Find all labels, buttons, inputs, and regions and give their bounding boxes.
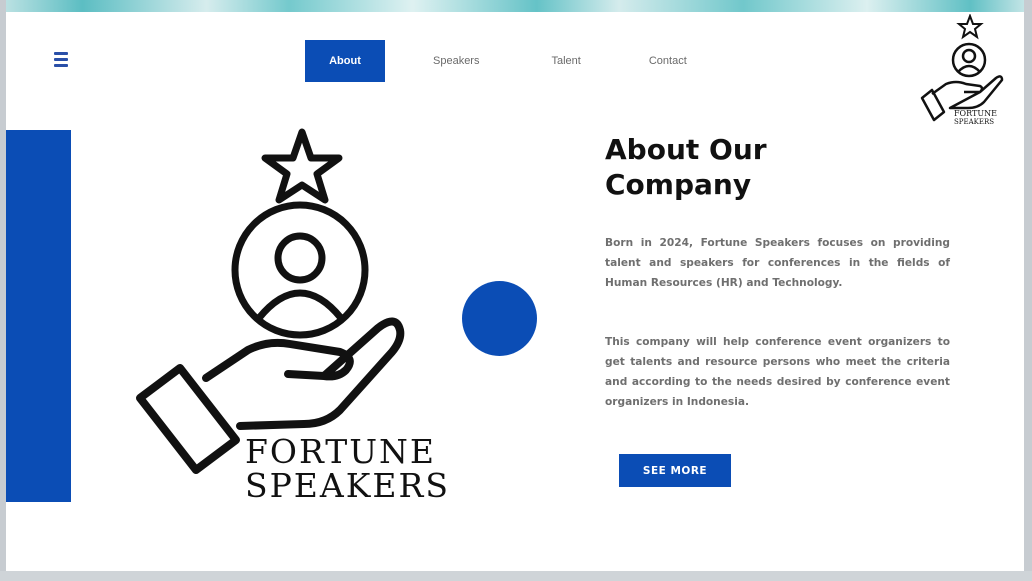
main-nav: About Speakers Talent Contact <box>305 40 687 82</box>
hand-icon <box>931 75 1004 110</box>
corner-logo-graphic: FORTUNE SPEAKERS <box>920 13 1004 126</box>
title-line1: About Our <box>605 133 767 166</box>
right-edge <box>1024 0 1032 581</box>
decorative-top-strip <box>0 0 1032 12</box>
nav-speakers[interactable]: Speakers <box>433 55 479 67</box>
corner-brand-logo[interactable]: FORTUNE SPEAKERS <box>918 13 1018 130</box>
nav-about[interactable]: About <box>305 40 385 82</box>
page: About Speakers Talent Contact FORTUNE SP… <box>0 0 1032 581</box>
about-paragraph-2: This company will help conference event … <box>605 336 950 408</box>
section-title: About Our Company <box>605 132 935 202</box>
about-paragraph-1: Born in 2024, Fortune Speakers focuses o… <box>605 237 950 289</box>
decorative-blue-bar <box>6 130 71 502</box>
corner-logo-line2: SPEAKERS <box>954 118 994 126</box>
bottom-edge <box>0 571 1032 581</box>
logo-line2: SPEAKERS <box>245 466 450 505</box>
nav-talent[interactable]: Talent <box>551 55 580 67</box>
star-icon <box>261 128 343 204</box>
corner-logo-line1: FORTUNE <box>954 109 997 118</box>
nav-contact[interactable]: Contact <box>649 55 687 67</box>
person-circle <box>231 201 369 339</box>
menu-icon[interactable] <box>54 52 68 68</box>
logo-line1: FORTUNE <box>245 432 437 471</box>
star-icon <box>956 13 984 40</box>
main-logo-wordmark: FORTUNE SPEAKERS <box>245 435 450 503</box>
person-icon <box>274 232 326 284</box>
decorative-blue-circle <box>462 281 537 356</box>
title-line2: Company <box>605 168 752 201</box>
see-more-button[interactable]: SEE MORE <box>619 454 731 487</box>
